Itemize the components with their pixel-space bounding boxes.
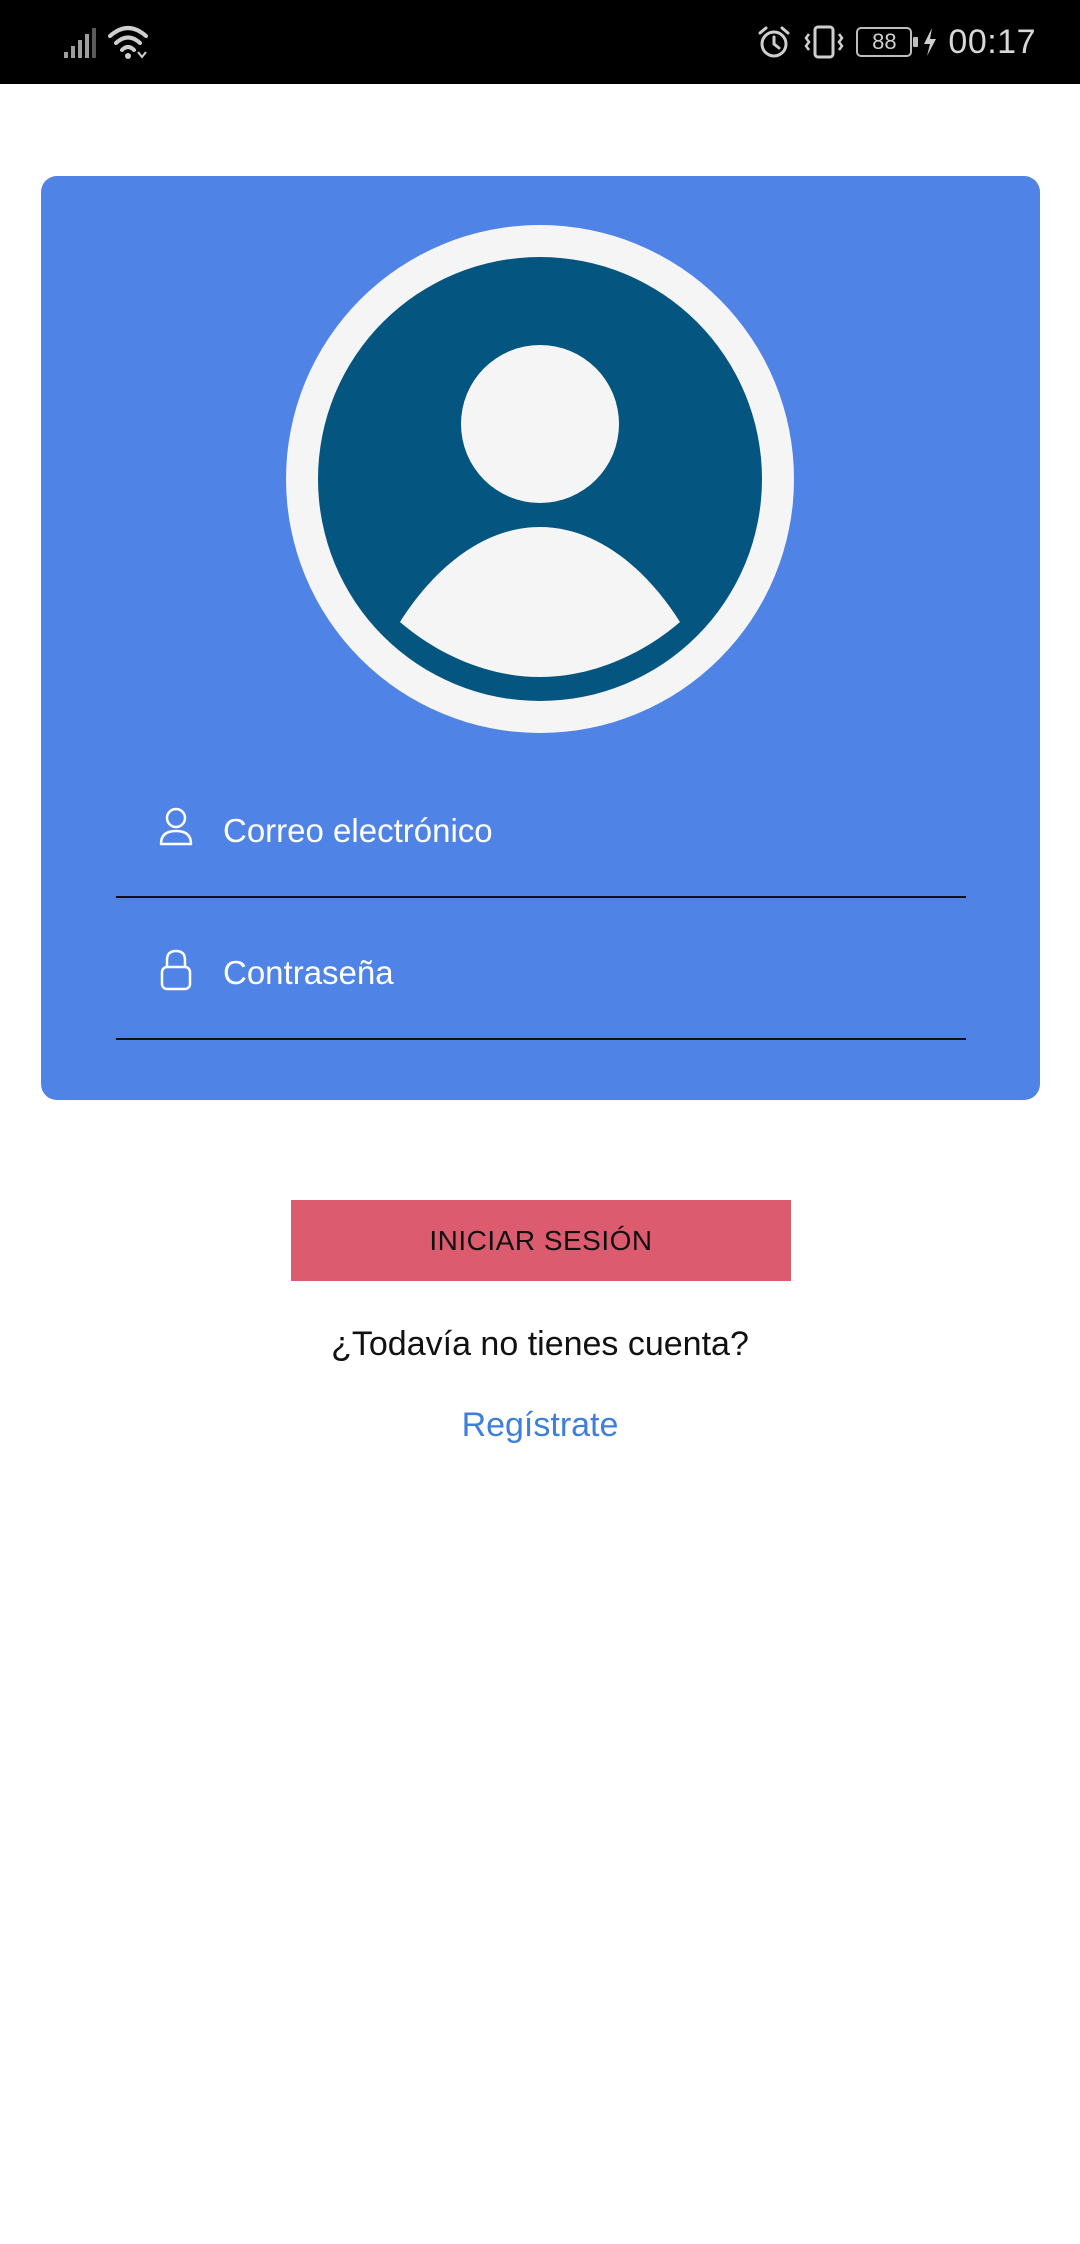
person-icon <box>159 807 193 846</box>
lock-icon <box>160 949 192 991</box>
status-left <box>62 22 150 62</box>
vibrate-icon <box>804 25 844 59</box>
password-field[interactable]: Contraseña <box>116 938 966 1040</box>
password-placeholder: Contraseña <box>223 954 394 991</box>
email-placeholder: Correo electrónico <box>223 812 493 849</box>
alarm-icon <box>758 26 790 58</box>
status-time: 00:17 <box>948 22 1036 61</box>
user-avatar-icon <box>286 225 794 733</box>
battery-icon: 88 <box>856 27 919 57</box>
register-link[interactable]: Regístrate <box>0 1406 1080 1445</box>
status-right: 88 00:17 <box>756 18 1036 66</box>
no-account-text: ¿Todavía no tienes cuenta? <box>331 1325 749 1363</box>
battery-level: 88 <box>872 29 897 54</box>
signal-icon <box>64 28 96 58</box>
wifi-icon <box>108 26 148 59</box>
status-bar: 88 00:17 <box>0 0 1080 84</box>
login-button[interactable]: INICIAR SESIÓN <box>291 1200 791 1281</box>
charging-icon <box>924 28 937 56</box>
email-field[interactable]: Correo electrónico <box>116 796 966 898</box>
